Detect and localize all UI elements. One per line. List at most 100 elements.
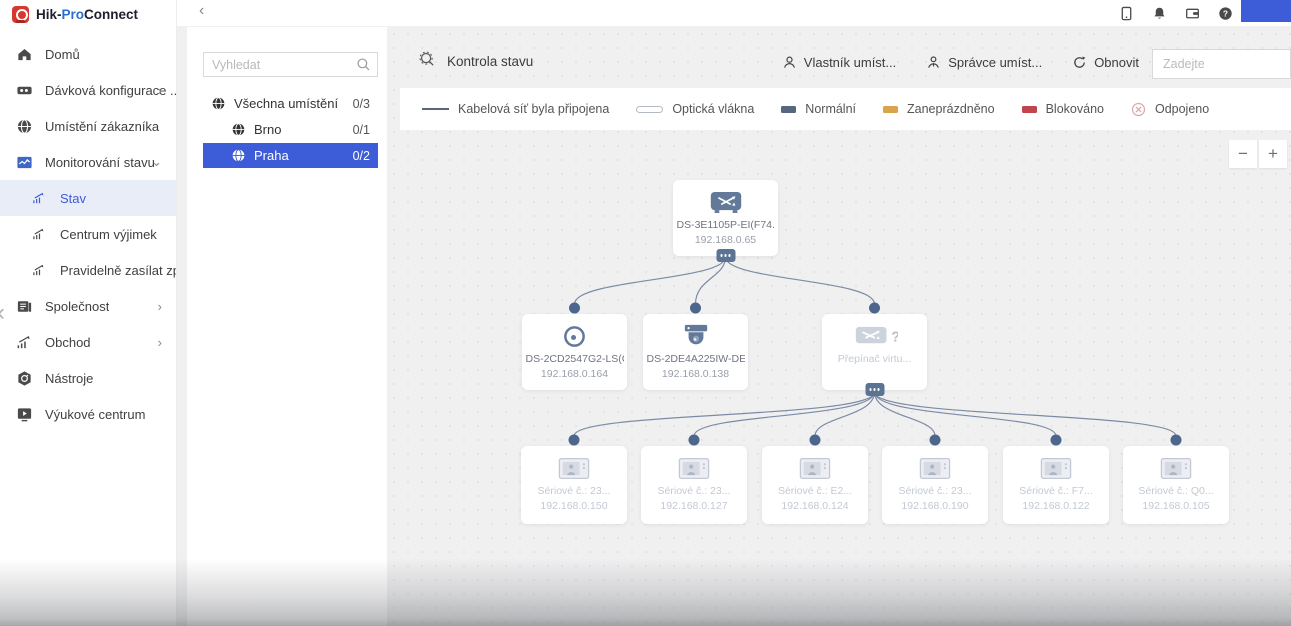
node-name: Sériové č.: Q0... — [1138, 485, 1213, 497]
legend-disconnected: Odpojeno — [1131, 102, 1209, 117]
zoom-in-button[interactable]: + — [1259, 140, 1287, 168]
tree-item-praha[interactable]: Praha 0/2 — [203, 143, 378, 168]
node-device-4[interactable]: Sériové č.: 23... 192.168.0.190 — [882, 446, 988, 524]
topology-canvas: Kontrola stavu Vlastník umíst... Správce… — [387, 27, 1291, 626]
refresh-icon — [1072, 55, 1087, 70]
location-search — [203, 52, 378, 77]
legend-busy: Zaneprázdněno — [883, 102, 995, 116]
hollow-line-swatch — [636, 106, 663, 113]
node-name: DS-2DE4A225IW-DE(... — [647, 353, 745, 365]
batch-config-icon — [15, 81, 33, 99]
location-search-input[interactable] — [203, 52, 378, 77]
back-chevron-button[interactable]: ‹ — [199, 2, 204, 20]
hik-proconnect-app: ‹ ? Hik-ProConnect — [0, 0, 1291, 626]
solid-line-swatch — [422, 108, 449, 110]
intercom-device-icon — [1160, 454, 1192, 482]
sidebar-item-exception-center[interactable]: Centrum výjimek — [0, 216, 176, 252]
device-icon[interactable] — [1118, 6, 1134, 22]
disconnected-icon — [1131, 102, 1146, 117]
intercom-device-icon — [558, 454, 590, 482]
company-icon — [15, 297, 33, 315]
chevron-right-icon: › — [158, 335, 162, 350]
sidebar-item-label: Výukové centrum — [45, 407, 145, 422]
sidebar-item-business[interactable]: Obchod › — [0, 324, 176, 360]
tree-item-count: 0/1 — [353, 123, 370, 137]
sidebar-item-status-monitoring[interactable]: Monitorování stavu ⌄ — [0, 144, 176, 180]
node-root-switch[interactable]: DS-3E1105P-EI(F74... 192.168.0.65 — [673, 180, 778, 256]
node-ptz-camera[interactable]: DS-2DE4A225IW-DE(... 192.168.0.138 — [643, 314, 748, 390]
header-icon-group: ? — [1118, 0, 1233, 27]
normal-status-swatch — [781, 106, 796, 113]
legend-optical-fiber: Optická vlákna — [636, 102, 754, 116]
zoom-out-button[interactable]: − — [1229, 140, 1257, 168]
sidebar-item-customer-location[interactable]: Umístění zákazníka — [0, 108, 176, 144]
node-ip: 192.168.0.65 — [695, 234, 756, 246]
sidebar-item-company[interactable]: Společnost › — [0, 288, 176, 324]
sidebar-item-learning-center[interactable]: Výukové centrum — [0, 396, 176, 432]
node-more-button[interactable] — [865, 383, 884, 396]
intercom-device-icon — [919, 454, 951, 482]
tree-item-label: Všechna umístění — [234, 96, 338, 111]
collapse-sidebar-button[interactable]: ‹ — [0, 298, 5, 328]
node-name: DS-3E1105P-EI(F74... — [677, 219, 775, 231]
hik-logo-icon — [12, 6, 29, 23]
app-logo: Hik-ProConnect — [0, 0, 176, 24]
sidebar-item-label: Domů — [45, 47, 80, 62]
legend-blocked: Blokováno — [1022, 102, 1104, 116]
globe-icon — [231, 122, 246, 137]
tools-icon — [15, 369, 33, 387]
node-name: Sériové č.: 23... — [658, 485, 731, 497]
site-owner-filter-button[interactable]: Vlastník umíst... — [782, 55, 896, 70]
tree-item-all-locations[interactable]: Všechna umístění 0/3 — [203, 91, 378, 116]
sidebar-item-label: Monitorování stavu — [45, 155, 155, 170]
tree-item-count: 0/3 — [353, 97, 370, 111]
page-title: Kontrola stavu — [419, 51, 533, 71]
node-name: Sériové č.: 23... — [899, 485, 972, 497]
learning-center-icon — [15, 405, 33, 423]
chevron-down-icon: ⌄ — [151, 154, 162, 170]
globe-icon — [231, 148, 246, 163]
node-device-5[interactable]: Sériové č.: F7... 192.168.0.122 — [1003, 446, 1109, 524]
sidebar-item-status[interactable]: Stav — [0, 180, 176, 216]
tree-item-brno[interactable]: Brno 0/1 — [203, 117, 378, 142]
node-device-2[interactable]: Sériové č.: 23... 192.168.0.127 — [641, 446, 747, 524]
node-ip: 192.168.0.190 — [901, 500, 968, 512]
sidebar-item-batch-config[interactable]: Dávková konfigurace ... › — [0, 72, 176, 108]
wallet-icon[interactable] — [1184, 6, 1200, 22]
node-ip: 192.168.0.138 — [662, 368, 729, 380]
node-device-3[interactable]: Sériové č.: E2... 192.168.0.124 — [762, 446, 868, 524]
person-icon — [782, 55, 797, 70]
notification-bell-icon[interactable] — [1151, 6, 1167, 22]
primary-action-button[interactable] — [1241, 0, 1291, 22]
sidebar-item-label: Umístění zákazníka — [45, 119, 159, 134]
node-fisheye-camera[interactable]: DS-2CD2547G2-LS(G... 192.168.0.164 — [522, 314, 627, 390]
node-ip: 192.168.0.124 — [781, 500, 848, 512]
sidebar-item-tools[interactable]: Nástroje — [0, 360, 176, 396]
node-name: Sériové č.: F7... — [1019, 485, 1093, 497]
busy-status-swatch — [883, 106, 898, 113]
ptz-camera-icon — [682, 322, 710, 350]
node-device-1[interactable]: Sériové č.: 23... 192.168.0.150 — [521, 446, 627, 524]
tree-item-label: Brno — [254, 122, 281, 137]
node-ip: 192.168.0.122 — [1022, 500, 1089, 512]
globe-icon — [211, 96, 226, 111]
tree-item-label: Praha — [254, 148, 289, 163]
node-virtual-switch[interactable]: ? Přepínač virtu... — [822, 314, 927, 390]
sidebar-item-label: Pravidelně zasílat zprávu — [60, 263, 176, 278]
intercom-device-icon — [1040, 454, 1072, 482]
node-device-6[interactable]: Sériové č.: Q0... 192.168.0.105 — [1123, 446, 1229, 524]
page-title-text: Kontrola stavu — [447, 54, 533, 69]
toolbar-actions: Vlastník umíst... Správce umíst... Obnov… — [782, 55, 1139, 70]
node-name: Přepínač virtu... — [838, 353, 912, 365]
panel-gap — [177, 27, 187, 626]
sidebar-item-label: Dávková konfigurace ... — [45, 83, 176, 98]
tree-item-count: 0/2 — [353, 149, 370, 163]
help-icon[interactable]: ? — [1217, 6, 1233, 22]
sidebar-item-scheduled-report[interactable]: Pravidelně zasílat zprávu — [0, 252, 176, 288]
site-manager-filter-button[interactable]: Správce umíst... — [926, 55, 1042, 70]
node-more-button[interactable] — [716, 249, 735, 262]
refresh-button[interactable]: Obnovit — [1072, 55, 1139, 70]
sidebar-item-home[interactable]: Domů — [0, 36, 176, 72]
node-name: DS-2CD2547G2-LS(G... — [526, 353, 624, 365]
device-filter-input[interactable] — [1152, 49, 1291, 79]
